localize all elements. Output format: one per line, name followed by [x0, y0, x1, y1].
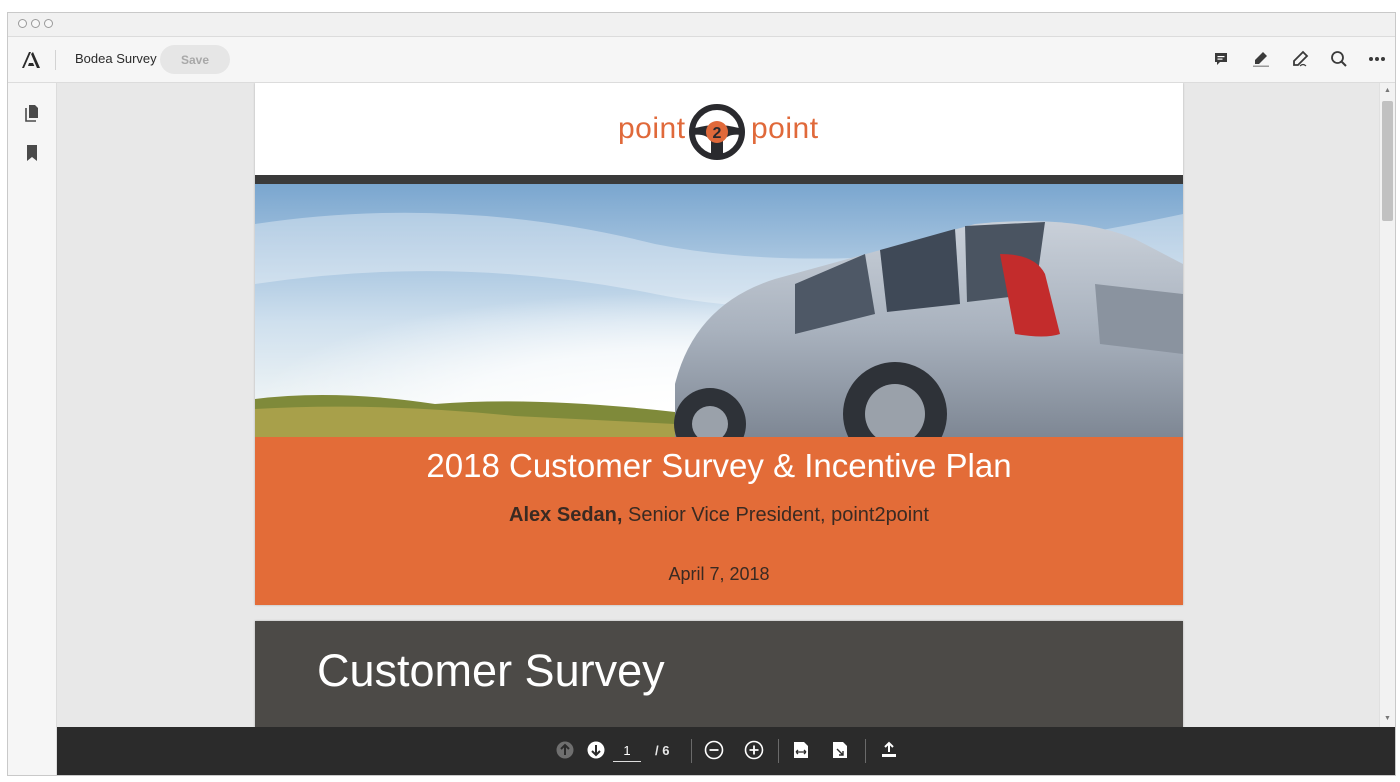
presenter-name: Alex Sedan,	[509, 504, 623, 526]
window-maximize-button[interactable]	[44, 19, 53, 28]
zoom-out-icon[interactable]	[703, 739, 725, 761]
page-navigation-bar: / 6	[57, 727, 1395, 775]
page-thumbnails-icon[interactable]	[22, 103, 42, 123]
presentation-date: April 7, 2018	[668, 564, 770, 584]
left-rail	[8, 83, 57, 775]
toolbar-divider	[55, 50, 56, 70]
window-close-button[interactable]	[18, 19, 27, 28]
document-title: Bodea Survey	[75, 51, 157, 66]
presenter-line: Alex Sedan, Senior Vice President, point…	[255, 504, 1183, 527]
brand-text-left: point	[618, 112, 686, 145]
previous-page-icon[interactable]	[554, 739, 576, 761]
car-photo	[255, 184, 1183, 437]
next-page-icon[interactable]	[585, 739, 607, 761]
adobe-logo-icon[interactable]	[20, 49, 42, 71]
zoom-in-icon[interactable]	[743, 739, 765, 761]
scroll-up-arrow-icon[interactable]: ▲	[1383, 86, 1392, 95]
steering-wheel-logo: 2	[688, 103, 746, 161]
draw-icon[interactable]	[1289, 48, 1311, 70]
presenter-role: Senior Vice President, point2point	[622, 504, 929, 526]
document-viewer[interactable]: point 2 point 2018 Customer Survey & Inc…	[57, 83, 1382, 775]
share-upload-icon[interactable]	[878, 739, 900, 761]
fit-page-icon[interactable]	[829, 739, 851, 761]
title-bar	[8, 13, 1395, 37]
top-toolbar: Bodea Survey Save	[8, 37, 1395, 83]
save-button[interactable]: Save	[160, 45, 230, 74]
vertical-scrollbar[interactable]: ▲ ▼	[1379, 83, 1395, 775]
comment-icon[interactable]	[1210, 48, 1232, 70]
nav-divider	[865, 739, 866, 763]
brand-header: point 2 point	[255, 83, 1183, 175]
brand-text-right: point	[751, 112, 819, 145]
slide2-title: Customer Survey	[317, 645, 665, 696]
highlight-icon[interactable]	[1250, 48, 1272, 70]
brand-number: 2	[713, 125, 722, 142]
app-window: Bodea Survey Save point 2 point 2018 Cus…	[7, 12, 1396, 776]
page-total: / 6	[655, 743, 670, 758]
more-options-icon[interactable]	[1366, 48, 1388, 70]
scrollbar-thumb[interactable]	[1382, 101, 1393, 221]
title-panel: 2018 Customer Survey & Incentive Plan Al…	[255, 437, 1183, 605]
scroll-down-arrow-icon[interactable]: ▼	[1383, 714, 1392, 723]
slide-page-1: point 2 point 2018 Customer Survey & Inc…	[255, 83, 1183, 605]
window-minimize-button[interactable]	[31, 19, 40, 28]
bookmark-icon[interactable]	[22, 143, 42, 163]
page-number-input[interactable]	[613, 739, 641, 762]
presentation-title: 2018 Customer Survey & Incentive Plan	[426, 447, 1012, 484]
search-icon[interactable]	[1328, 48, 1350, 70]
dark-band	[255, 175, 1183, 184]
nav-divider	[691, 739, 692, 763]
fit-width-icon[interactable]	[790, 739, 812, 761]
nav-divider	[778, 739, 779, 763]
